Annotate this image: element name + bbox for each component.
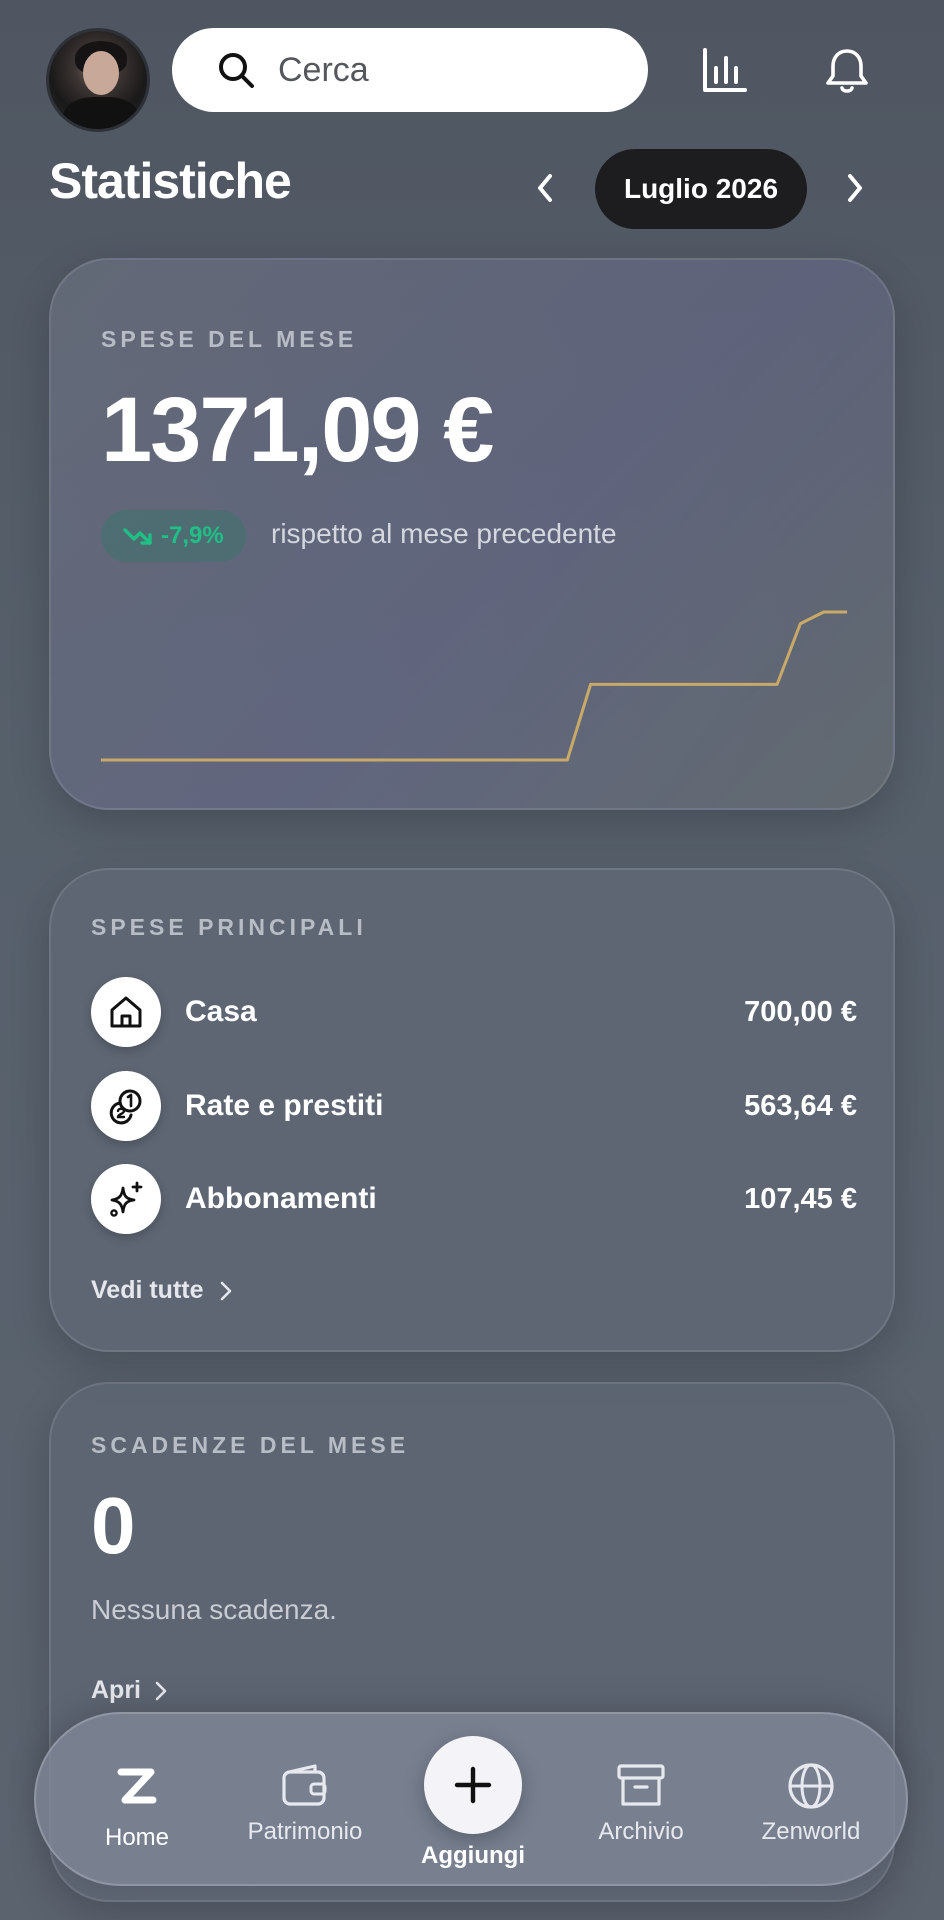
avatar-body — [63, 97, 139, 129]
expense-icon-circle — [91, 1071, 161, 1141]
nav-assets[interactable]: Patrimonio — [230, 1760, 380, 1846]
expense-amount: 700,00 € — [744, 995, 857, 1028]
trend-down-icon — [123, 528, 152, 545]
see-all-link[interactable]: Vedi tutte — [91, 1276, 234, 1305]
nav-zenworld[interactable]: Zenworld — [736, 1760, 886, 1846]
wallet-icon — [282, 1764, 327, 1806]
spending-line — [101, 610, 847, 762]
delta-badge: -7,9% — [101, 510, 246, 562]
search-placeholder: Cerca — [278, 50, 369, 89]
search-icon — [219, 53, 254, 88]
delta-caption: rispetto al mese precedente — [271, 518, 617, 549]
delta-value: -7,9% — [161, 522, 224, 549]
see-all-label: Vedi tutte — [91, 1276, 204, 1304]
top-bar: Cerca — [46, 28, 898, 132]
add-button[interactable] — [424, 1736, 522, 1834]
expense-label: Rate e prestiti — [185, 1089, 384, 1122]
coins-icon — [109, 1089, 142, 1125]
deadlines-eyebrow: SCADENZE DEL MESE — [91, 1432, 410, 1458]
avatar[interactable] — [46, 28, 150, 132]
top-expenses-card: SPESE PRINCIPALI Casa 700,00 € Rate e pr… — [49, 868, 895, 1352]
nav-assets-label: Patrimonio — [247, 1818, 363, 1845]
page-title: Statistiche — [49, 153, 292, 209]
month-selector[interactable]: Luglio 2026 — [595, 149, 807, 229]
add-label: Aggiungi — [421, 1842, 525, 1869]
expense-label: Abbonamenti — [185, 1182, 377, 1215]
open-label: Apri — [91, 1676, 141, 1704]
expense-amount: 107,45 € — [744, 1182, 857, 1215]
chevron-left-icon[interactable] — [530, 170, 560, 206]
nav-home[interactable]: Home — [62, 1760, 212, 1852]
nav-zenworld-label: Zenworld — [761, 1818, 861, 1845]
bottom-nav: Home Patrimonio Aggiungi Archivio Zenwor… — [34, 1712, 908, 1886]
expense-label: Casa — [185, 995, 257, 1028]
expense-row-rate-e-prestiti[interactable]: Rate e prestiti 563,64 € — [91, 1070, 857, 1142]
spending-sparkline — [101, 610, 847, 762]
globe-icon — [788, 1763, 834, 1809]
avatar-face — [83, 51, 119, 95]
chevron-right-icon — [155, 1681, 167, 1700]
expense-icon-circle — [91, 977, 161, 1047]
expense-amount: 563,64 € — [744, 1089, 857, 1122]
nav-archive[interactable]: Archivio — [566, 1760, 716, 1846]
plus-icon — [454, 1766, 492, 1804]
monthly-spend-amount: 1371,09 € — [101, 379, 494, 481]
chevron-right-icon — [220, 1281, 231, 1300]
bar-chart-icon[interactable] — [700, 46, 750, 96]
bell-icon[interactable] — [822, 46, 872, 96]
open-deadlines-link[interactable]: Apri — [91, 1676, 169, 1705]
archive-icon — [617, 1764, 665, 1806]
expense-icon-circle — [91, 1164, 161, 1234]
monthly-spend-eyebrow: SPESE DEL MESE — [101, 326, 358, 352]
expense-row-casa[interactable]: Casa 700,00 € — [91, 976, 857, 1048]
chevron-right-icon[interactable] — [840, 170, 870, 206]
home-icon — [110, 996, 142, 1028]
deadlines-count: 0 — [91, 1481, 136, 1570]
monthly-spend-card[interactable]: SPESE DEL MESE 1371,09 € -7,9% rispetto … — [49, 258, 895, 810]
deadlines-empty-text: Nessuna scadenza. — [91, 1594, 337, 1625]
zen-logo-icon — [117, 1768, 157, 1804]
sparkles-icon — [110, 1181, 143, 1217]
top-expenses-eyebrow: SPESE PRINCIPALI — [91, 914, 367, 940]
search-input[interactable]: Cerca — [172, 28, 648, 112]
nav-archive-label: Archivio — [598, 1818, 684, 1845]
expense-row-abbonamenti[interactable]: Abbonamenti 107,45 € — [91, 1163, 857, 1235]
nav-home-label: Home — [104, 1824, 170, 1851]
